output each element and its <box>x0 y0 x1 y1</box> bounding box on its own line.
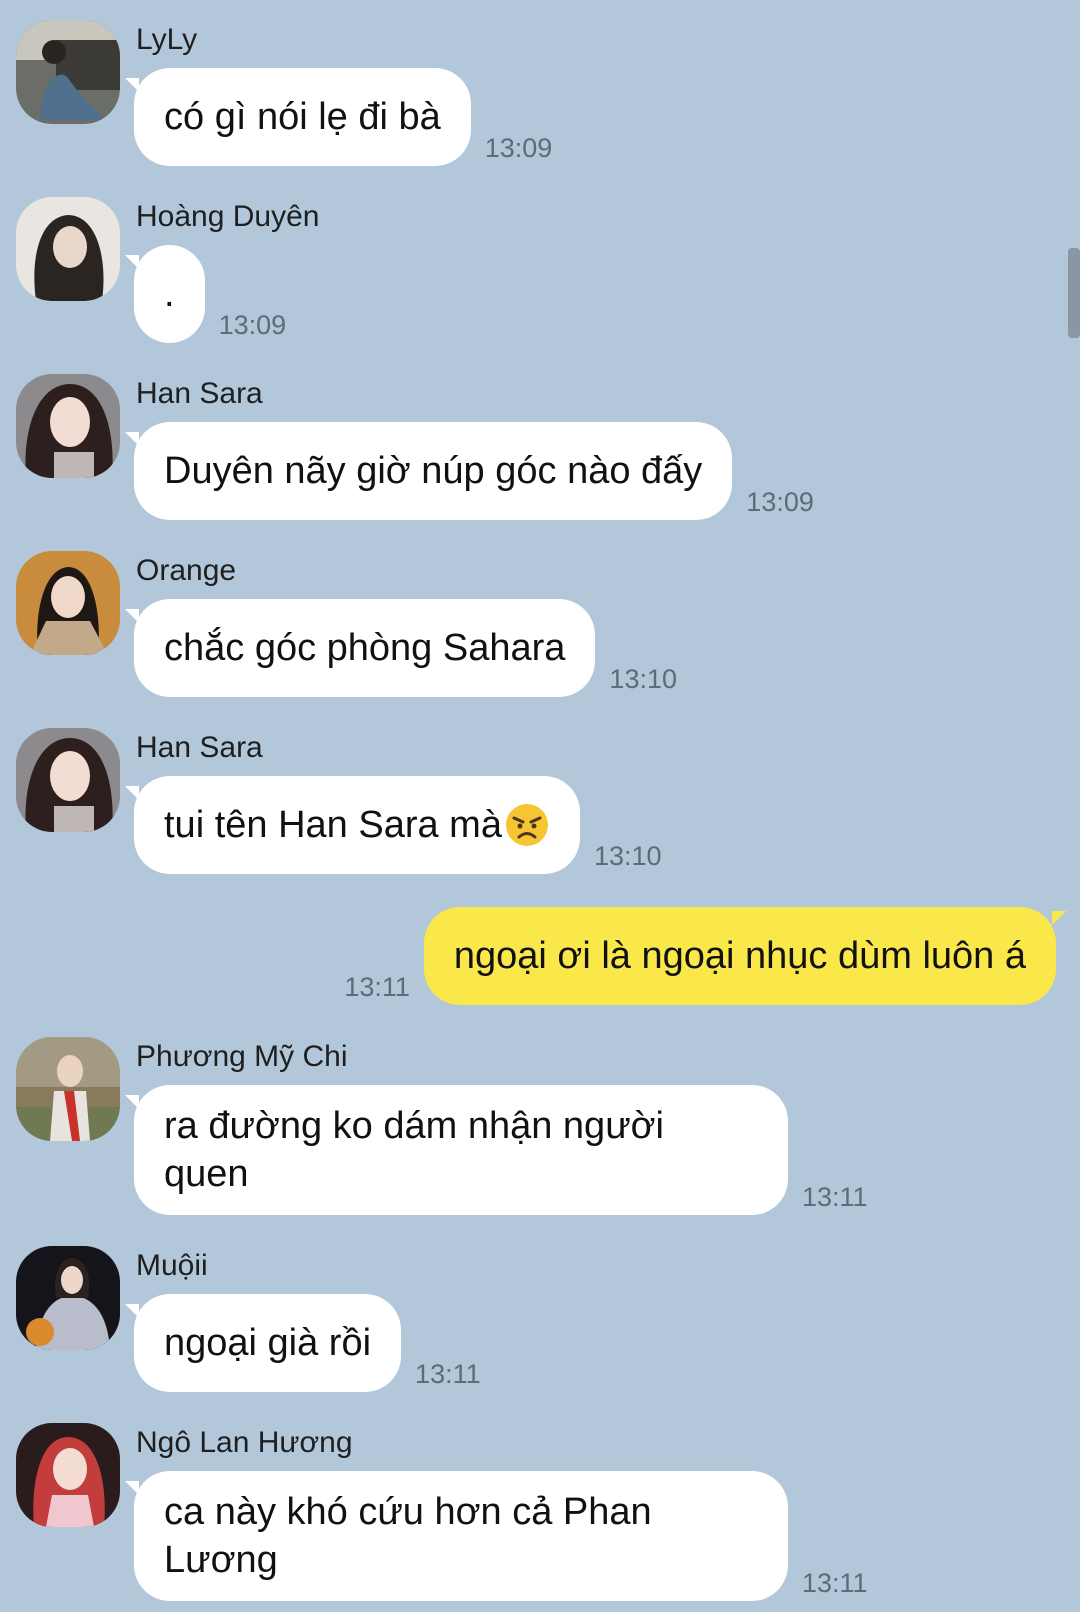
sender-name: Han Sara <box>136 377 263 410</box>
sender-name: Ngô Lan Hương <box>136 1426 353 1459</box>
message-text: có gì nói lẹ đi bà <box>164 96 441 138</box>
avatar[interactable] <box>16 728 120 832</box>
message-time: 13:10 <box>609 664 677 694</box>
message-text-line: ca này khó cứu hơn cả Phan <box>164 1491 652 1533</box>
message-bubble[interactable]: ca này khó cứu hơn cả Phan Lương <box>125 1471 788 1601</box>
message-bubble[interactable]: ngoại ơi là ngoại nhục dùm luôn á <box>423 907 1067 1005</box>
avatar[interactable] <box>16 374 120 478</box>
message-time: 13:09 <box>746 487 814 517</box>
sender-name: Orange <box>136 554 237 587</box>
avatar[interactable] <box>16 1246 120 1350</box>
message-bubble[interactable]: ra đường ko dám nhận người quen <box>125 1085 788 1215</box>
avatar[interactable] <box>16 551 120 655</box>
sender-name: Hoàng Duyên <box>136 200 320 233</box>
avatar[interactable] <box>16 197 120 301</box>
message-text-line: Lương <box>164 1539 278 1581</box>
avatar[interactable] <box>16 20 120 124</box>
message-text: . <box>164 273 175 315</box>
message-time: 13:11 <box>802 1568 868 1598</box>
message-text: tui tên Han Sara mà <box>164 804 502 846</box>
message-bubble[interactable]: . <box>125 245 205 343</box>
message-bubble[interactable]: tui tên Han Sara mà <box>125 776 580 874</box>
avatar[interactable] <box>16 1423 120 1527</box>
sender-name: Han Sara <box>136 731 263 764</box>
message-bubble[interactable]: Duyên nãy giờ núp góc nào đấy <box>124 422 733 520</box>
angry-face-icon <box>505 804 548 846</box>
message-bubble[interactable]: có gì nói lẹ đi bà <box>125 68 471 166</box>
sender-name: Muộii <box>136 1249 208 1282</box>
avatar[interactable] <box>16 1037 120 1141</box>
message-time: 13:10 <box>593 841 662 871</box>
message-time: 13:11 <box>802 1182 868 1212</box>
message-text: ngoại già rồi <box>164 1322 372 1364</box>
sender-name: Phương Mỹ Chi <box>136 1040 348 1073</box>
message-time: 13:11 <box>344 972 410 1002</box>
message-time: 13:09 <box>484 133 553 163</box>
message-text-line: ra đường ko dám nhận người <box>164 1105 664 1147</box>
sender-name: LyLy <box>136 23 198 56</box>
message-text: chắc góc phòng Sahara <box>164 627 566 669</box>
message-text: ngoại ơi là ngoại nhục dùm luôn á <box>453 935 1026 977</box>
message-text-line: quen <box>164 1153 249 1195</box>
message-text: Duyên nãy giờ núp góc nào đấy <box>164 450 703 492</box>
message-bubble[interactable]: chắc góc phòng Sahara <box>124 599 596 697</box>
chat-message-list[interactable]: LyLy có gì nói lẹ đi bà 13:09 Hoàng Duyê… <box>0 0 1080 1612</box>
message-time: 13:09 <box>218 310 287 340</box>
scrollbar-thumb[interactable] <box>1068 248 1080 338</box>
message-time: 13:11 <box>415 1359 481 1389</box>
message-bubble[interactable]: ngoại già rồi <box>124 1294 402 1392</box>
